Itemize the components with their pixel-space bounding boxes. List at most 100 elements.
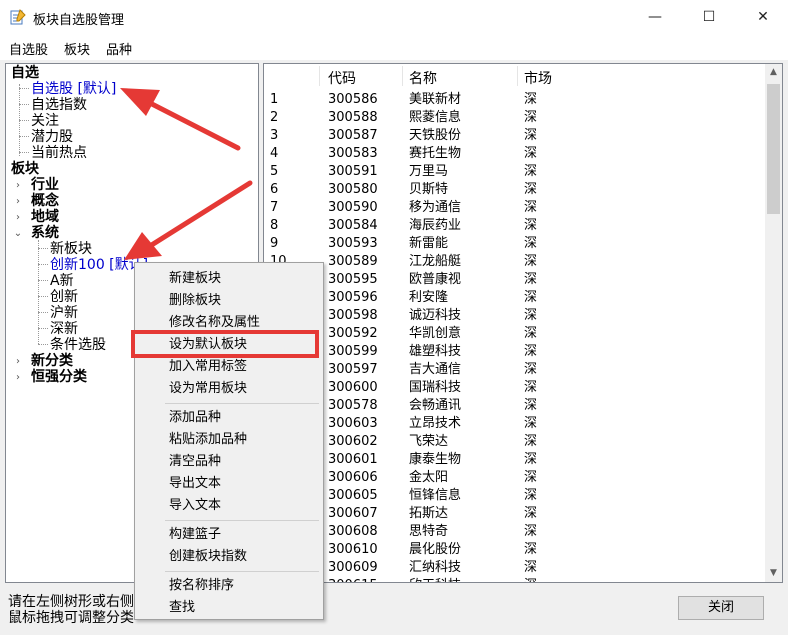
table-row[interactable]: 19300603立昂技术深 [264,415,760,433]
table-row[interactable]: 22300606金太阳深 [264,469,760,487]
close-button[interactable]: 关闭 [678,596,764,620]
stock-code: 300584 [328,218,378,233]
tree-item-redian[interactable]: 当前热点 [31,145,87,161]
row-index: 4 [270,146,279,161]
column-header-code[interactable]: 代码 [328,68,356,88]
scroll-down-icon[interactable]: ▼ [765,565,782,582]
tree-item-zixuan-zhishu[interactable]: 自选指数 [31,97,87,113]
stock-name: 熙菱信息 [409,110,462,125]
tree-node-hangye[interactable]: 行业 [31,177,59,193]
table-row[interactable]: 10300589江龙船艇深 [264,253,760,271]
table-row[interactable]: 18300578会畅通讯深 [264,397,760,415]
tree-node-bankuai[interactable]: 板块 [11,161,39,177]
stock-name: 汇纳科技 [409,560,462,575]
tree-node-gainian[interactable]: 概念 [31,193,59,209]
table-row[interactable]: 27300609汇纳科技深 [264,559,760,577]
table-row[interactable]: 21300601康泰生物深 [264,451,760,469]
stock-name: 江龙船艇 [409,254,462,269]
tree-item-zixuangu-default[interactable]: 自选股 [默认] [31,81,116,97]
table-row[interactable]: 7 300590 移为通信 深 [264,199,760,217]
stock-code: 300595 [328,272,378,287]
tree-node-zixuan[interactable]: 自选 [11,65,39,81]
tree-item-shenxin[interactable]: 深新 [50,321,78,337]
table-row[interactable]: 14300592华凯创意深 [264,325,760,343]
menu-bankuai[interactable]: 板块 [64,39,90,58]
tree-node-xitong[interactable]: 系统 [31,225,59,241]
column-header-market[interactable]: 市场 [524,68,552,88]
table-row[interactable]: 13300598诚迈科技深 [264,307,760,325]
stock-name: 康泰生物 [409,452,462,467]
table-row[interactable]: 16300597吉大通信深 [264,361,760,379]
ctx-import[interactable]: 导入文本 [169,497,221,515]
menu-zixuangu[interactable]: 自选股 [9,39,48,58]
table-row[interactable]: 24300607拓斯达深 [264,505,760,523]
ctx-delete-bankuai[interactable]: 删除板块 [169,292,221,310]
stock-code: 300583 [328,146,378,161]
collapse-icon[interactable]: ⌄ [13,228,23,239]
tree-node-hengqiang[interactable]: 恒强分类 [31,369,87,385]
table-row[interactable]: 5 300591 万里马 深 [264,163,760,181]
ctx-set-default[interactable]: 设为默认板块 [169,336,247,354]
tree-item-axin[interactable]: A新 [50,273,74,289]
tree-item-guanzhu[interactable]: 关注 [31,113,59,129]
expand-icon[interactable]: › [13,196,23,207]
stock-code: 300578 [328,398,378,413]
table-row[interactable]: 9 300593 新雷能 深 [264,235,760,253]
ctx-set-common[interactable]: 设为常用板块 [169,380,247,398]
table-row[interactable]: 8 300584 海辰药业 深 [264,217,760,235]
maximize-button[interactable]: ☐ [686,0,732,34]
ctx-rename[interactable]: 修改名称及属性 [169,314,260,332]
stock-name: 金太阳 [409,470,449,485]
table-row[interactable]: 23300605恒锋信息深 [264,487,760,505]
vertical-scrollbar[interactable]: ▲ ▼ [765,64,782,582]
table-row[interactable]: 25300608思特奇深 [264,523,760,541]
menu-pinzhong[interactable]: 品种 [106,39,132,58]
table-row[interactable]: 28300615欣天科技深 [264,577,760,582]
ctx-new-bankuai[interactable]: 新建板块 [169,270,221,288]
table-row[interactable]: 6 300580 贝斯特 深 [264,181,760,199]
table-row[interactable]: 1 300586 美联新材 深 [264,91,760,109]
column-header-name[interactable]: 名称 [409,68,437,88]
minimize-button[interactable]: — [632,0,678,34]
stock-market: 深 [524,110,538,125]
tree-item-huxin[interactable]: 沪新 [50,305,78,321]
tree-item-xinbankuai[interactable]: 新板块 [50,241,92,257]
ctx-sort-name[interactable]: 按名称排序 [169,577,234,595]
ctx-build-basket[interactable]: 构建篮子 [169,526,221,544]
expand-icon[interactable]: › [13,212,23,223]
table-row[interactable]: 15300599雄塑科技深 [264,343,760,361]
scroll-up-icon[interactable]: ▲ [765,64,782,81]
row-index: 7 [270,200,279,215]
expand-icon[interactable]: › [13,372,23,383]
tree-node-xinfenlei[interactable]: 新分类 [31,353,73,369]
stock-name: 天铁股份 [409,128,462,143]
scroll-thumb[interactable] [767,84,780,214]
table-row[interactable]: 17300600国瑞科技深 [264,379,760,397]
stock-code: 300608 [328,524,378,539]
ctx-add-item[interactable]: 添加品种 [169,409,221,427]
tree-item-qianligu[interactable]: 潜力股 [31,129,73,145]
table-row[interactable]: 12300596利安隆深 [264,289,760,307]
stock-list[interactable]: 代码 名称 市场 1 300586 美联新材深 2 300588 熙菱信息深 3 300587… [263,63,783,583]
close-window-button[interactable]: ✕ [740,0,786,34]
ctx-paste-add[interactable]: 粘贴添加品种 [169,431,247,449]
table-row[interactable]: 4 300583 赛托生物 深 [264,145,760,163]
ctx-clear[interactable]: 清空品种 [169,453,221,471]
table-row[interactable]: 26300610晨化股份深 [264,541,760,559]
tree-item-tiaojian[interactable]: 条件选股 [50,337,106,353]
ctx-create-index[interactable]: 创建板块指数 [169,548,247,566]
stock-market: 深 [524,344,538,359]
ctx-export[interactable]: 导出文本 [169,475,221,493]
ctx-add-tab[interactable]: 加入常用标签 [169,358,247,376]
table-row[interactable]: 2 300588 熙菱信息 深 [264,109,760,127]
stock-name: 吉大通信 [409,362,462,377]
expand-icon[interactable]: › [13,180,23,191]
table-row[interactable]: 20300602飞荣达深 [264,433,760,451]
expand-icon[interactable]: › [13,356,23,367]
stock-market: 深 [524,506,538,521]
table-row[interactable]: 3 300587 天铁股份 深 [264,127,760,145]
table-row[interactable]: 11300595欧普康视深 [264,271,760,289]
ctx-find[interactable]: 查找 [169,599,195,617]
tree-item-chuangxin[interactable]: 创新 [50,289,78,305]
tree-node-diyu[interactable]: 地域 [31,209,59,225]
